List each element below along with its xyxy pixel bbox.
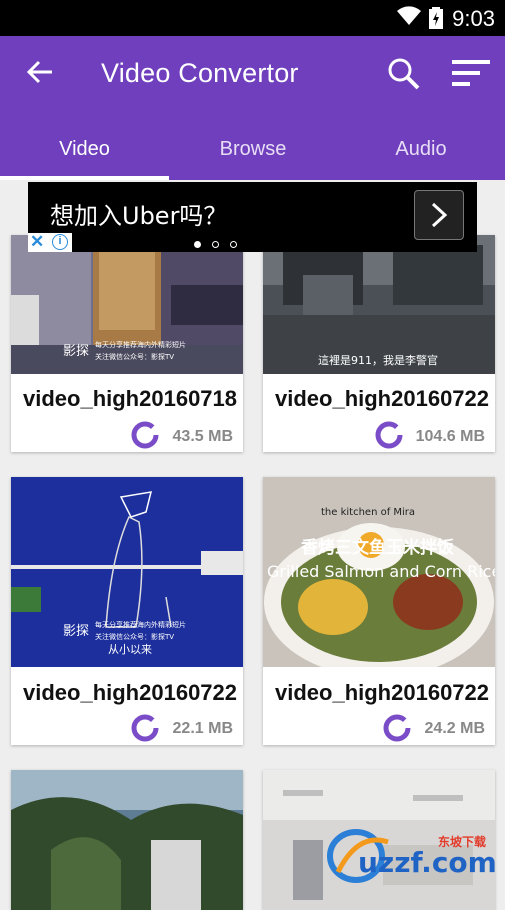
watermark-logo: uzzf.com 东坡下载 — [327, 829, 497, 883]
svg-text:东坡下载: 东坡下载 — [438, 834, 486, 849]
progress-ring-icon — [375, 421, 403, 449]
progress-ring-icon — [131, 421, 159, 449]
wifi-icon — [397, 6, 421, 26]
ad-banner[interactable]: 想加入Uber吗？ — [28, 182, 477, 252]
ad-page-dot — [194, 241, 201, 248]
thumb-caption-en: Grilled Salmon and Corn Rice Bowl — [267, 562, 495, 581]
ad-close-icon[interactable]: ✕ — [30, 232, 44, 252]
video-thumbnail[interactable] — [11, 770, 243, 910]
app-title: Video Convertor — [101, 58, 299, 88]
video-name: video_high20160722 — [275, 680, 490, 705]
thumb-caption: 這裡是911，我是李警官 — [318, 353, 438, 367]
chevron-right-icon — [431, 202, 448, 228]
ad-text: 想加入Uber吗？ — [50, 202, 228, 230]
tab-bar: Video Browse Audio — [0, 128, 505, 180]
ad-page-indicator — [194, 235, 248, 253]
sort-icon[interactable] — [452, 58, 490, 88]
tab-browse[interactable]: Browse — [169, 138, 337, 161]
ad-page-dot — [212, 241, 219, 248]
video-card[interactable]: 影探 每天分享推荐海内外精彩短片 关注微信公众号：影探TV 从小以来 video… — [11, 477, 243, 745]
video-card[interactable]: the kitchen of Mira 香烤三文鱼玉米拌饭 Grilled Sa… — [263, 477, 495, 745]
svg-text:每天分享推荐海内外精彩短片: 每天分享推荐海内外精彩短片 — [95, 340, 186, 349]
tab-audio[interactable]: Audio — [337, 138, 505, 161]
thumb-small-text: the kitchen of Mira — [321, 507, 415, 518]
thumb-caption: 影探 — [63, 344, 89, 359]
battery-icon — [429, 7, 443, 29]
video-card[interactable]: 這裡是911，我是李警官 video_high20160722 104.6 MB — [263, 235, 495, 452]
ad-page-dot — [230, 241, 237, 248]
video-thumbnail[interactable]: the kitchen of Mira 香烤三文鱼玉米拌饭 Grilled Sa… — [263, 477, 495, 667]
ad-choices[interactable]: ✕ i — [28, 232, 72, 252]
video-name: video_high20160722 — [275, 386, 490, 411]
video-thumbnail[interactable]: 影探 每天分享推荐海内外精彩短片 关注微信公众号：影探TV 从小以来 — [11, 477, 243, 667]
thumb-caption: 香烤三文鱼玉米拌饭 — [301, 537, 454, 558]
video-card[interactable]: 影探 每天分享推荐海内外精彩短片 关注微信公众号：影探TV video_high… — [11, 235, 243, 452]
svg-text:uzzf.com: uzzf.com — [358, 846, 497, 879]
status-bar: 9:03 — [0, 0, 505, 36]
ad-next-button[interactable] — [414, 190, 464, 240]
video-size: 24.2 MB — [424, 720, 485, 737]
search-icon[interactable] — [386, 56, 422, 92]
app-bar: Video Convertor Video Browse Audio — [0, 36, 505, 180]
tab-indicator — [0, 176, 169, 180]
progress-ring-icon — [131, 714, 159, 742]
svg-text:关注微信公众号：影探TV: 关注微信公众号：影探TV — [95, 352, 174, 361]
video-thumbnail[interactable]: 這裡是911，我是李警官 — [263, 235, 495, 374]
status-time: 9:03 — [452, 6, 495, 31]
video-card[interactable] — [11, 770, 243, 910]
video-name: video_high20160722 — [23, 680, 238, 705]
video-size: 43.5 MB — [172, 428, 233, 445]
svg-text:关注微信公众号：影探TV: 关注微信公众号：影探TV — [95, 632, 174, 641]
progress-ring-icon — [383, 714, 411, 742]
back-arrow-icon[interactable] — [24, 56, 56, 88]
ad-info-icon[interactable]: i — [52, 234, 68, 250]
thumb-caption: 影探 — [63, 624, 89, 639]
thumb-subtitle: 从小以来 — [108, 643, 152, 656]
video-size: 104.6 MB — [415, 428, 485, 445]
video-size: 22.1 MB — [172, 720, 233, 737]
tab-video[interactable]: Video — [0, 138, 169, 161]
svg-text:每天分享推荐海内外精彩短片: 每天分享推荐海内外精彩短片 — [95, 620, 186, 629]
video-name: video_high20160718 — [23, 386, 238, 411]
video-thumbnail[interactable]: 影探 每天分享推荐海内外精彩短片 关注微信公众号：影探TV — [11, 235, 243, 374]
